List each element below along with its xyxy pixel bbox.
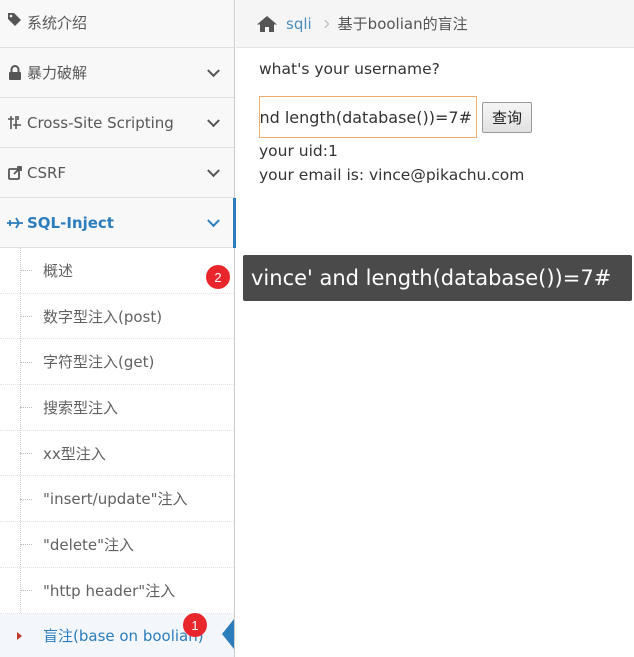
chevron-down-icon	[207, 63, 220, 77]
caret-right-icon	[17, 631, 22, 640]
submenu-item-search[interactable]: 搜索型注入	[0, 385, 234, 431]
sidebar-item-xss[interactable]: Cross-Site Scripting	[0, 98, 234, 148]
sidebar-item-label: 暴力破解	[27, 64, 88, 82]
filter-icon	[6, 115, 24, 130]
submenu-item-string-get[interactable]: 字符型注入(get)	[0, 339, 234, 386]
submenu-item-delete[interactable]: "delete"注入	[0, 522, 234, 568]
chevron-up-icon	[207, 213, 220, 227]
step-badge-2: 2	[206, 265, 230, 289]
sidebar-item-system-intro[interactable]: 系统介绍	[0, 0, 234, 48]
chevron-down-icon	[207, 163, 220, 177]
payload-tooltip: vince' and length(database())=7#	[243, 255, 632, 301]
result-uid: your uid:1	[259, 142, 338, 160]
username-input[interactable]: vince' and length(database())=7#	[259, 96, 477, 138]
sidebar-item-label: 系统介绍	[27, 14, 88, 32]
query-form: vince' and length(database())=7# 查询	[259, 96, 629, 138]
result-email: your email is: vince@pikachu.com	[259, 166, 525, 184]
lock-icon	[6, 65, 24, 80]
breadcrumb-current: 基于boolian的盲注	[337, 15, 468, 33]
breadcrumb: sqli 基于boolian的盲注	[236, 0, 634, 48]
sidebar-item-label: SQL-Inject	[27, 213, 114, 232]
submenu-item-xx[interactable]: xx型注入	[0, 431, 234, 477]
plane-icon	[6, 217, 24, 229]
chevron-down-icon	[207, 113, 220, 127]
sidebar-item-label: Cross-Site Scripting	[27, 113, 174, 132]
submenu-item-overview[interactable]: 概述	[0, 248, 234, 294]
sidebar-item-label: CSRF	[27, 163, 67, 182]
sidebar-item-csrf[interactable]: CSRF	[0, 148, 234, 198]
home-icon[interactable]	[256, 15, 278, 33]
sidebar-item-sql-inject[interactable]: SQL-Inject	[0, 198, 236, 248]
username-prompt: what's your username?	[259, 60, 440, 78]
chevron-right-icon	[320, 19, 329, 28]
share-icon	[6, 165, 24, 180]
main-content: what's your username? vince' and length(…	[259, 60, 629, 186]
tags-icon	[6, 12, 24, 26]
submenu-item-numeric-post[interactable]: 数字型注入(post)	[0, 294, 234, 340]
username-input-value: vince' and length(database())=7#	[259, 107, 472, 127]
breadcrumb-link-sqli[interactable]: sqli	[286, 15, 312, 33]
submenu-item-insert-update[interactable]: "insert/update"注入	[0, 476, 234, 523]
submenu-item-http-header[interactable]: "http header"注入	[0, 568, 234, 614]
sidebar: 系统介绍 暴力破解 Cross-Site Scripting CSRF SQL-…	[0, 0, 236, 657]
query-button[interactable]: 查询	[482, 101, 533, 133]
active-indicator-arrow	[222, 619, 234, 649]
sidebar-item-brute-force[interactable]: 暴力破解	[0, 48, 234, 98]
step-badge-1: 1	[183, 613, 207, 637]
sql-inject-submenu: 概述 数字型注入(post) 字符型注入(get) 搜索型注入 xx型注入 "i…	[0, 248, 234, 657]
